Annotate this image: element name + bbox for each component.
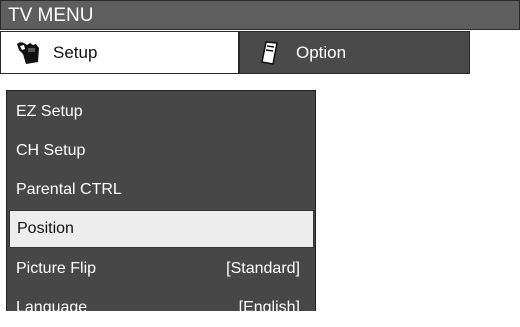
menu-item-label: Position xyxy=(17,220,74,237)
setup-menu: EZ Setup CH Setup Parental CTRL Position… xyxy=(6,90,316,316)
menu-item-parental-ctrl[interactable]: Parental CTRL xyxy=(9,170,314,209)
menu-item-label: Picture Flip xyxy=(16,259,97,277)
menu-item-ch-setup[interactable]: CH Setup xyxy=(9,131,314,170)
tab-setup[interactable]: Setup xyxy=(0,31,239,74)
tab-setup-label: Setup xyxy=(53,42,98,62)
menu-item-language[interactable]: Language [English] xyxy=(9,288,314,327)
menu-item-position[interactable]: Position xyxy=(9,210,314,248)
menu-item-value: [Standard] xyxy=(226,259,300,277)
hand-tool-icon xyxy=(13,40,43,66)
menu-item-label: Parental CTRL xyxy=(16,180,122,198)
remote-icon xyxy=(256,40,286,66)
menu-item-value: [English] xyxy=(238,298,300,316)
menu-title-bar: TV MENU xyxy=(0,0,520,30)
menu-item-label: Language xyxy=(16,298,88,316)
menu-item-picture-flip[interactable]: Picture Flip [Standard] xyxy=(9,249,314,288)
tab-bar: Setup Option xyxy=(0,31,470,74)
menu-item-label: CH Setup xyxy=(16,141,86,159)
menu-item-ez-setup[interactable]: EZ Setup xyxy=(9,92,314,131)
tab-option[interactable]: Option xyxy=(239,31,470,74)
menu-title: TV MENU xyxy=(8,5,94,26)
menu-item-label: EZ Setup xyxy=(16,102,83,120)
tab-option-label: Option xyxy=(296,42,347,62)
